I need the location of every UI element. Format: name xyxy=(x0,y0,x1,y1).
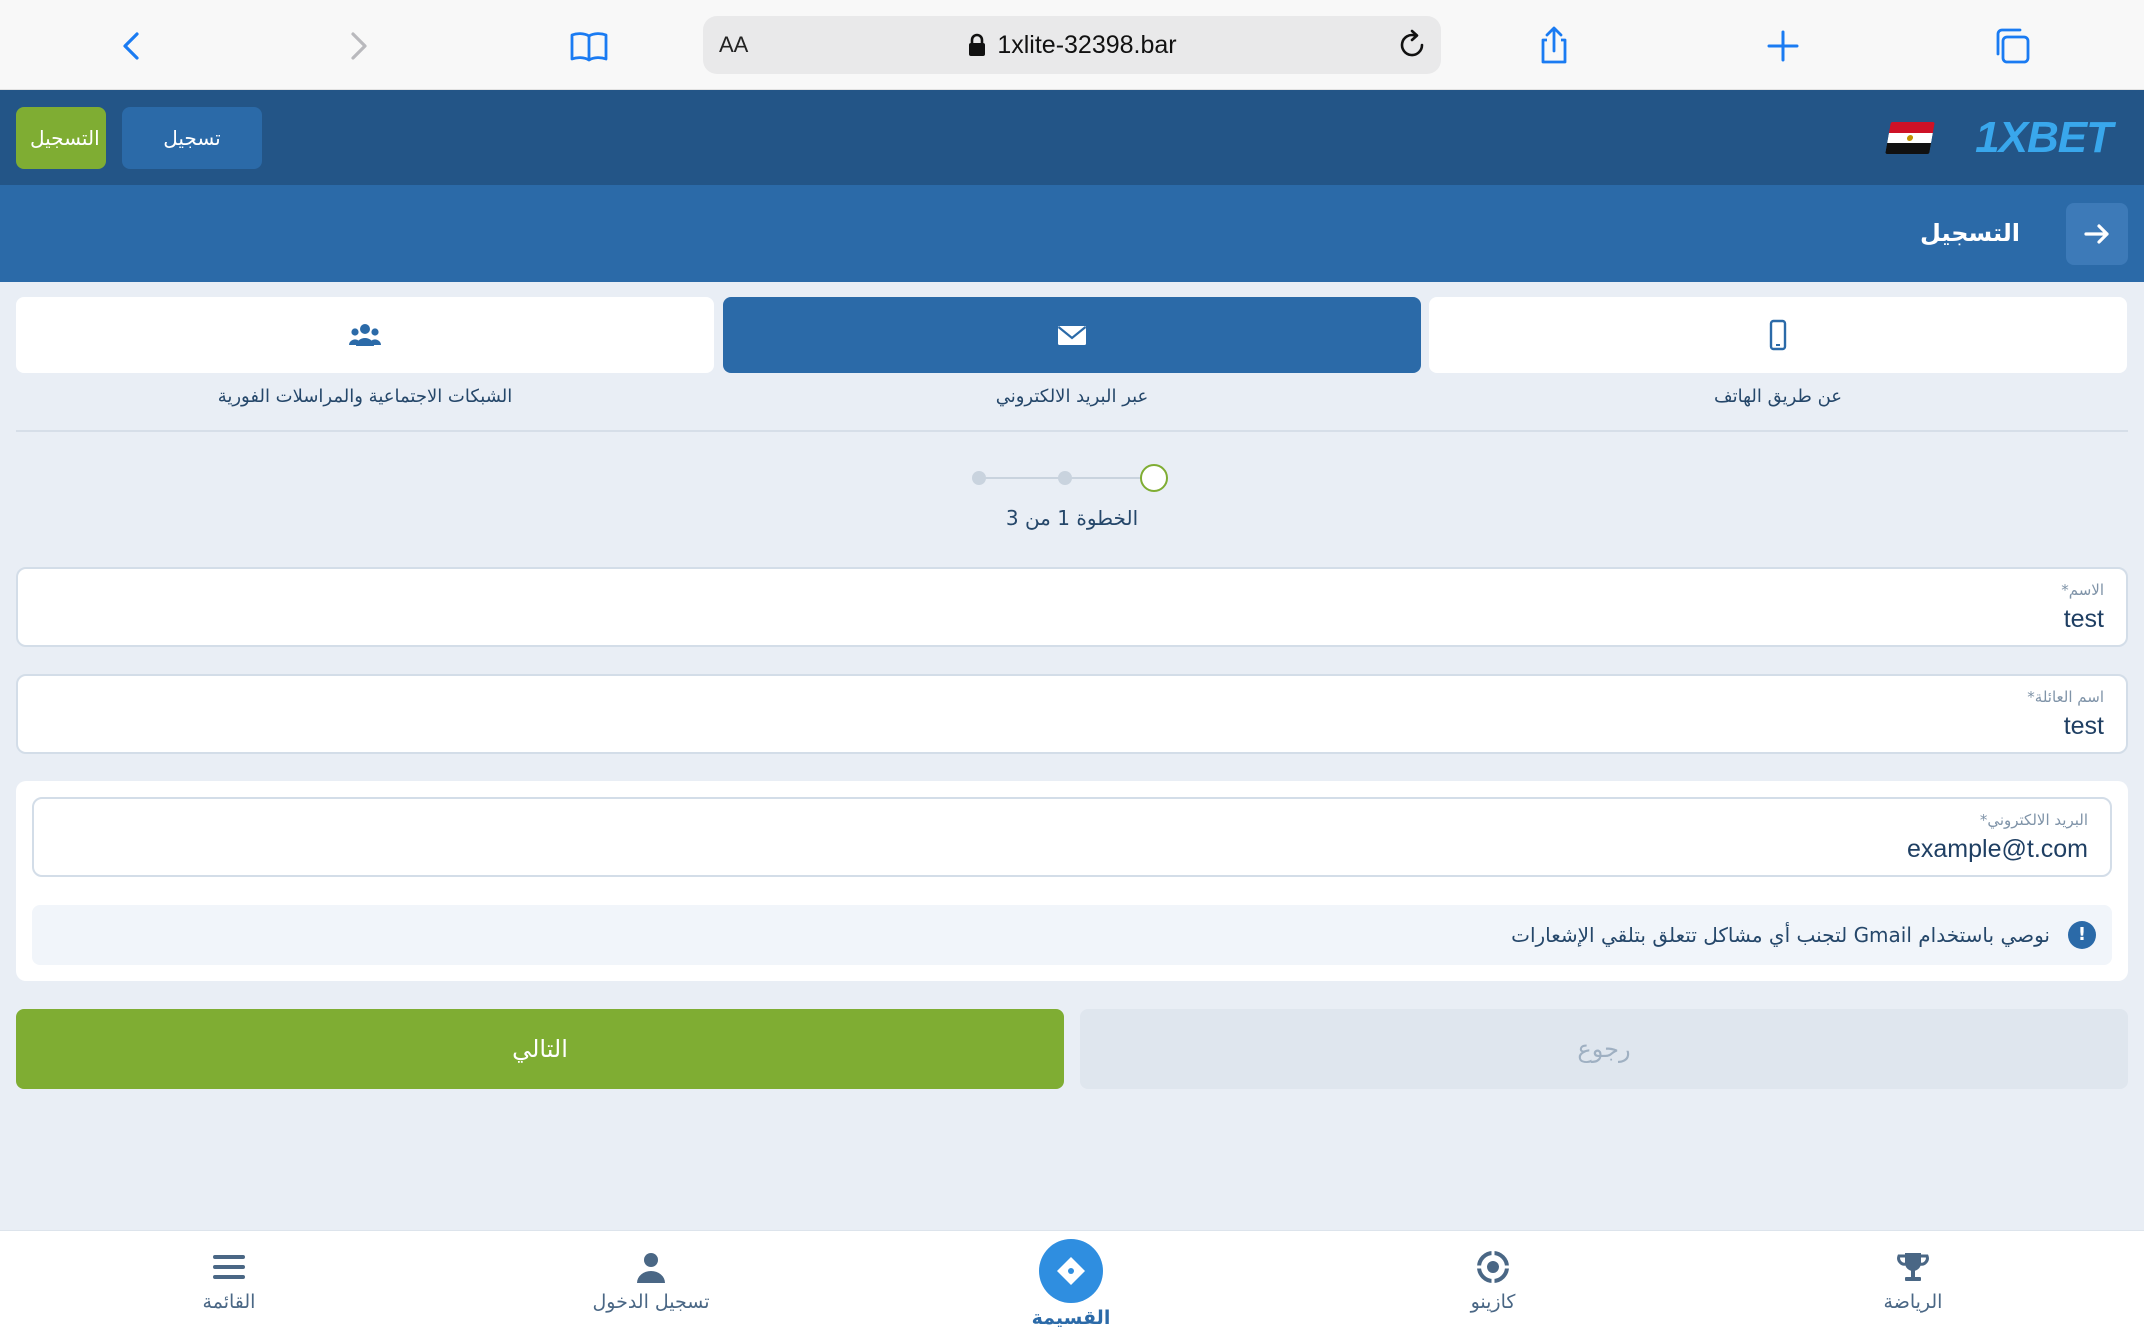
share-icon xyxy=(1541,26,1567,64)
tab-email[interactable] xyxy=(723,297,1421,373)
tabs-divider xyxy=(16,430,2128,432)
header-register-button[interactable]: التسجيل xyxy=(16,107,106,169)
reload-icon xyxy=(1400,29,1424,57)
egypt-flag-icon[interactable] xyxy=(1885,122,1935,154)
step-indicator-text: الخطوة 1 من 3 xyxy=(1005,506,1139,530)
nav-sports-label: الرياضة xyxy=(1883,1291,1943,1313)
tabs-overview-button[interactable] xyxy=(1984,18,2040,74)
nav-menu-label: القائمة xyxy=(202,1291,256,1313)
progress-stepper xyxy=(970,462,1176,494)
tab-phone-label: عن طريق الهاتف xyxy=(1713,386,1843,407)
last-name-field[interactable]: اسم العائلة* test xyxy=(16,674,2128,754)
header-login-button[interactable]: تسجيل الدخول xyxy=(122,107,262,212)
next-button[interactable]: التالي xyxy=(16,1009,1064,1089)
nav-sports[interactable]: الرياضة xyxy=(1813,1249,2013,1329)
last-name-value: test xyxy=(2063,712,2104,740)
ticket-icon xyxy=(1057,1257,1085,1285)
mobile-phone-icon xyxy=(1769,319,1787,351)
page-back-button[interactable] xyxy=(2066,203,2128,265)
browser-back-button[interactable] xyxy=(104,18,160,74)
tab-social-label: الشبكات الاجتماعية والمراسلات الفورية xyxy=(217,386,513,407)
step-3-dot xyxy=(972,471,986,485)
book-icon xyxy=(570,32,608,62)
user-icon xyxy=(637,1253,665,1283)
page-title: التسجيل xyxy=(1920,219,2020,247)
site-header: التسجيل تسجيل الدخول 1XBET xyxy=(0,90,2144,212)
tab-phone[interactable] xyxy=(1429,297,2127,373)
site-logo[interactable]: 1XBET xyxy=(1975,114,2113,162)
step-2-dot xyxy=(1058,471,1072,485)
nav-casino[interactable]: كازينو xyxy=(1393,1249,1593,1329)
envelope-icon xyxy=(1057,326,1087,345)
last-name-label: اسم العائلة* xyxy=(2027,688,2104,706)
casino-chip-icon xyxy=(1477,1251,1509,1283)
email-card: البريد الالكتروني* example@t.com ! نوصي … xyxy=(16,781,2128,981)
nav-login-label: تسجيل الدخول xyxy=(592,1291,710,1313)
trophy-icon xyxy=(1897,1253,1929,1281)
email-value: example@t.com xyxy=(1907,835,2088,863)
tab-social[interactable] xyxy=(16,297,714,373)
nav-coupon[interactable]: القسيمة xyxy=(971,1239,1171,1329)
address-bar[interactable]: AA 1xlite-32398.bar xyxy=(703,16,1441,74)
first-name-label: الاسم* xyxy=(2061,581,2104,599)
browser-forward-button[interactable] xyxy=(330,18,386,74)
step-1-dot-current xyxy=(1140,464,1168,492)
browser-toolbar: AA 1xlite-32398.bar xyxy=(0,0,2144,90)
tab-email-label: عبر البريد الالكتروني xyxy=(995,386,1149,407)
arrow-right-icon xyxy=(2084,224,2109,244)
page-title-bar: التسجيل xyxy=(0,185,2144,282)
chevron-right-icon xyxy=(351,32,367,60)
email-label: البريد الالكتروني* xyxy=(1979,811,2088,829)
nav-coupon-label: القسيمة xyxy=(1031,1307,1111,1329)
bookmarks-button[interactable] xyxy=(561,18,617,74)
menu-icon xyxy=(213,1255,245,1279)
first-name-value: test xyxy=(2063,605,2104,633)
users-group-icon xyxy=(349,324,381,346)
tabs-icon xyxy=(1996,28,2030,64)
reload-button[interactable] xyxy=(1395,28,1429,62)
nav-login[interactable]: تسجيل الدخول xyxy=(551,1249,751,1329)
first-name-field[interactable]: الاسم* test xyxy=(16,567,2128,647)
new-tab-button[interactable] xyxy=(1755,18,1811,74)
bottom-navigation: القائمة تسجيل الدخول القسيمة كازينو الري… xyxy=(0,1230,2144,1340)
exclamation-info-icon: ! xyxy=(2068,921,2096,949)
nav-casino-label: كازينو xyxy=(1470,1291,1516,1313)
chevron-left-icon xyxy=(123,32,139,60)
back-button[interactable]: رجوع xyxy=(1080,1009,2128,1089)
nav-menu[interactable]: القائمة xyxy=(129,1249,329,1329)
gmail-notice-text: نوصي باستخدام Gmail لتجنب أي مشاكل تتعلق… xyxy=(1511,923,2050,947)
plus-icon xyxy=(1767,30,1799,62)
lock-icon xyxy=(967,33,987,57)
gmail-notice: ! نوصي باستخدام Gmail لتجنب أي مشاكل تتع… xyxy=(32,905,2112,965)
url-text: 1xlite-32398.bar xyxy=(997,30,1177,59)
share-button[interactable] xyxy=(1526,18,1582,74)
email-field[interactable]: البريد الالكتروني* example@t.com xyxy=(32,797,2112,877)
